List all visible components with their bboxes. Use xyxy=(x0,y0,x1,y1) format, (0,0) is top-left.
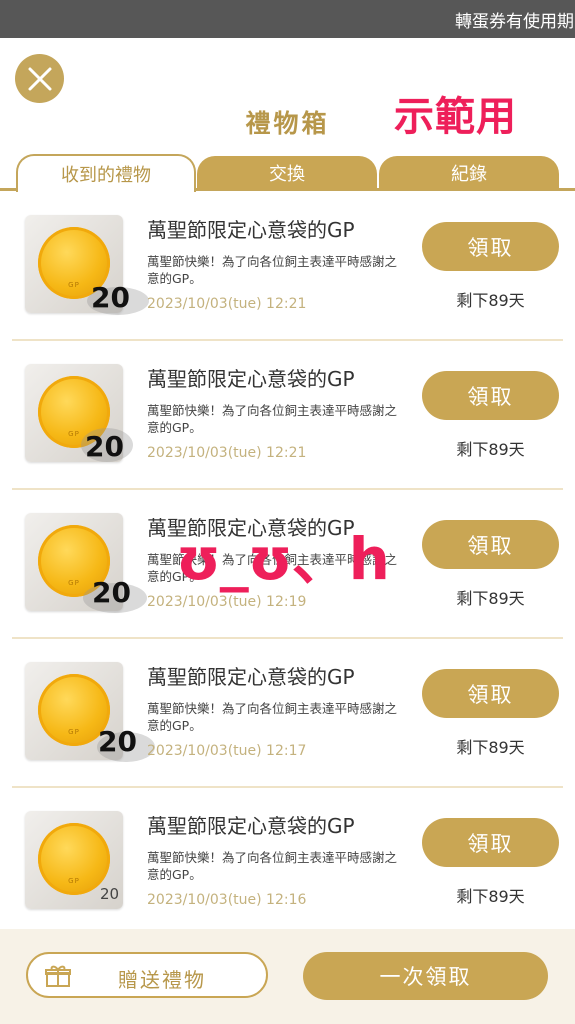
gift-item: GP 20 萬聖節限定心意袋的GP 萬聖節快樂！為了向各位飼主表達平時感謝之意的… xyxy=(0,341,575,490)
gift-timestamp: 2023/10/03(tue) 12:21 xyxy=(147,445,307,461)
gift-thumbnail: GP 20 xyxy=(25,811,123,909)
notice-marquee: 轉蛋券有使用期限 xyxy=(455,11,575,32)
overlay-text: ʊ_ʊ、h xyxy=(176,525,390,593)
tab-label: 收到的禮物 xyxy=(61,165,151,186)
gift-icon xyxy=(45,965,71,987)
remaining-days: 剩下89天 xyxy=(456,738,525,757)
gift-thumbnail: GP 20 xyxy=(25,215,149,315)
remaining-days: 剩下89天 xyxy=(456,291,525,310)
gift-description: 萬聖節快樂！為了向各位飼主表達平時感謝之意的GP。 xyxy=(147,850,398,882)
gift-thumbnail: GP 20 xyxy=(25,662,155,762)
gift-description: 萬聖節快樂！為了向各位飼主表達平時感謝之意的GP。 xyxy=(147,701,398,733)
demo-stamp: 示範用 xyxy=(394,94,517,140)
remaining-days: 剩下89天 xyxy=(456,589,525,608)
tab-records[interactable]: 紀錄 xyxy=(379,156,559,190)
tab-received-gifts[interactable]: 收到的禮物 xyxy=(16,154,196,192)
claim-button[interactable]: 領取 xyxy=(422,222,559,271)
close-icon xyxy=(28,67,51,90)
gift-quantity: 20 xyxy=(85,430,124,463)
gift-quantity: 20 xyxy=(92,576,131,609)
claim-button[interactable]: 領取 xyxy=(422,371,559,420)
gift-quantity: 20 xyxy=(100,885,120,903)
claim-button[interactable]: 領取 xyxy=(422,669,559,718)
gift-timestamp: 2023/10/03(tue) 12:19 xyxy=(147,594,307,610)
remaining-days: 剩下89天 xyxy=(456,440,525,459)
gift-description: 萬聖節快樂！為了向各位飼主表達平時感謝之意的GP。 xyxy=(147,403,398,435)
tab-bar: 收到的禮物 交換 紀錄 xyxy=(0,150,575,192)
close-button[interactable] xyxy=(15,54,64,103)
send-gift-label: 贈送禮物 xyxy=(118,968,206,992)
send-gift-button[interactable]: 贈送禮物 xyxy=(26,952,268,998)
gift-item: GP 20 萬聖節限定心意袋的GP 萬聖節快樂！為了向各位飼主表達平時感謝之意的… xyxy=(0,639,575,788)
gift-timestamp: 2023/10/03(tue) 12:21 xyxy=(147,296,307,312)
top-notice-bar: 轉蛋券有使用期限 xyxy=(0,0,575,38)
tab-label: 紀錄 xyxy=(451,164,487,185)
gift-item: GP 20 萬聖節限定心意袋的GP 萬聖節快樂！為了向各位飼主表達平時感謝之意的… xyxy=(0,788,575,937)
gift-quantity: 20 xyxy=(98,725,137,758)
remaining-days: 剩下89天 xyxy=(456,887,525,906)
bottom-action-bar: 贈送禮物 一次領取 xyxy=(0,929,575,1024)
gift-title: 萬聖節限定心意袋的GP xyxy=(147,814,355,838)
gift-thumbnail: GP 20 xyxy=(25,364,133,463)
tab-exchange[interactable]: 交換 xyxy=(197,156,377,190)
gift-item: GP 20 萬聖節限定心意袋的GP 萬聖節快樂！為了向各位飼主表達平時感謝之意的… xyxy=(0,192,575,341)
claim-button[interactable]: 領取 xyxy=(422,520,559,569)
gift-timestamp: 2023/10/03(tue) 12:16 xyxy=(147,892,307,908)
gift-title: 萬聖節限定心意袋的GP xyxy=(147,665,355,689)
gift-title: 萬聖節限定心意袋的GP xyxy=(147,367,355,391)
gift-thumbnail: GP 20 xyxy=(25,513,147,613)
tab-label: 交換 xyxy=(269,164,305,185)
gift-quantity: 20 xyxy=(91,281,130,314)
claim-button[interactable]: 領取 xyxy=(422,818,559,867)
gift-description: 萬聖節快樂！為了向各位飼主表達平時感謝之意的GP。 xyxy=(147,254,398,286)
claim-all-button[interactable]: 一次領取 xyxy=(303,952,548,1000)
gift-timestamp: 2023/10/03(tue) 12:17 xyxy=(147,743,307,759)
gift-title: 萬聖節限定心意袋的GP xyxy=(147,218,355,242)
